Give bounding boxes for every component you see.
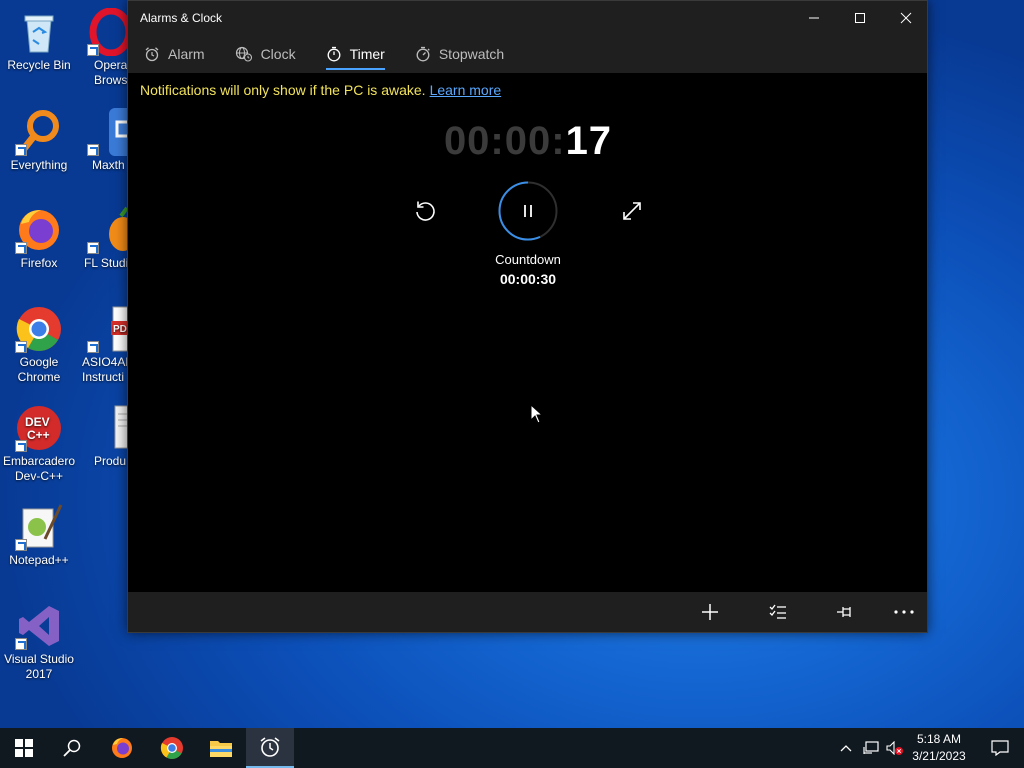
close-button[interactable]: [883, 1, 929, 35]
alarm-clock-icon: [260, 737, 280, 757]
show-hidden-icons-button[interactable]: [834, 728, 858, 768]
network-button[interactable]: [859, 728, 883, 768]
windows-logo-icon: [15, 739, 33, 757]
network-icon: [863, 741, 879, 754]
tab-bar: Alarm Clock Timer Stopwatch: [128, 35, 927, 73]
pause-icon: [524, 205, 532, 217]
chevron-up-icon: [840, 745, 852, 752]
folder-icon: [210, 741, 232, 757]
notepadpp-icon: [15, 503, 63, 551]
chrome-icon: [160, 737, 183, 759]
desktop-icon-label: Google Chrome: [17, 355, 61, 384]
tab-timer[interactable]: Timer: [325, 35, 386, 73]
tab-clock[interactable]: Clock: [235, 35, 296, 73]
select-timers-button[interactable]: [761, 598, 795, 626]
alarms-clock-window: Alarms & Clock Alarm Clock Timer Stopwat…: [127, 0, 928, 633]
add-icon: [702, 604, 718, 620]
magnifier-icon: [15, 108, 63, 156]
desktop-icon-chrome[interactable]: Google Chrome: [0, 305, 78, 385]
alarm-icon: [145, 47, 159, 62]
pause-button[interactable]: [498, 181, 558, 241]
tab-label: Timer: [349, 46, 385, 62]
reset-icon: [416, 201, 435, 221]
globe-clock-icon: [235, 46, 252, 62]
taskbar-clock[interactable]: 5:18 AM 3/21/2023: [904, 731, 974, 765]
maximize-icon: [855, 13, 865, 23]
expand-icon: [623, 202, 641, 220]
timer-name: Countdown: [495, 252, 561, 267]
desktop-icon-label: ASIO4AL Instructi: [82, 355, 132, 384]
desktop-icon-visual-studio[interactable]: Visual Studio 2017: [0, 602, 78, 682]
tab-label: Alarm: [168, 46, 205, 62]
firefox-icon: [112, 738, 132, 758]
desktop-icon-label: Recycle Bin: [7, 58, 71, 72]
tab-label: Stopwatch: [438, 46, 505, 62]
expand-button[interactable]: [614, 193, 650, 229]
title-bar[interactable]: Alarms & Clock: [128, 1, 927, 35]
tab-stopwatch[interactable]: Stopwatch: [415, 35, 504, 73]
notification-notice: Notifications will only show if the PC i…: [140, 82, 501, 98]
clock-date: 3/21/2023: [912, 749, 966, 763]
search-button[interactable]: [48, 728, 96, 768]
desktop-icon-label: Notepad++: [9, 553, 69, 567]
desktop-icon-label: Everything: [10, 158, 68, 172]
select-list-icon: [769, 604, 786, 619]
firefox-icon: [15, 206, 63, 254]
devcpp-icon: DEV C++: [15, 404, 63, 452]
minimize-button[interactable]: [791, 1, 837, 35]
taskbar-alarms-clock[interactable]: [246, 728, 294, 768]
pin-button[interactable]: [829, 598, 863, 626]
recycle-bin-icon: [15, 8, 63, 56]
timer-icon: [327, 46, 341, 62]
add-timer-button[interactable]: [693, 598, 727, 626]
volume-muted-icon: [886, 741, 903, 755]
tab-label: Clock: [260, 46, 296, 62]
notice-text: Notifications will only show if the PC i…: [140, 82, 426, 98]
taskbar-chrome[interactable]: [148, 728, 196, 768]
chrome-icon: [15, 305, 63, 353]
timer-display-seconds: 17: [565, 119, 613, 163]
desktop-icon-everything[interactable]: Everything: [0, 108, 78, 173]
desktop-icon-firefox[interactable]: Firefox: [0, 206, 78, 271]
minimize-icon: [809, 17, 819, 19]
timer-duration: 00:00:30: [499, 271, 557, 287]
visual-studio-icon: [15, 602, 63, 650]
window-title: Alarms & Clock: [140, 11, 223, 25]
tab-alarm[interactable]: Alarm: [144, 35, 205, 73]
taskbar-file-explorer[interactable]: [197, 728, 245, 768]
maximize-button[interactable]: [837, 1, 883, 35]
timer-display-dim: 00:00:: [443, 119, 566, 163]
start-button[interactable]: [0, 728, 48, 768]
desktop-icon-label: Visual Studio 2017: [4, 652, 74, 681]
taskbar-firefox[interactable]: [98, 728, 146, 768]
close-icon: [900, 12, 912, 24]
progress-ring: [498, 181, 558, 241]
search-icon: [63, 739, 81, 757]
notification-icon: [991, 740, 1009, 756]
clock-time: 5:18 AM: [916, 732, 962, 746]
desktop-icon-label: Embarcadero Dev-C++: [2, 454, 76, 483]
svg-text:DEV: DEV: [25, 415, 50, 429]
more-icon: [894, 610, 914, 614]
desktop-icon-recycle-bin[interactable]: Recycle Bin: [0, 8, 78, 73]
stopwatch-icon: [416, 46, 430, 62]
timer-display: 00:00:17: [128, 119, 928, 164]
desktop-icon-notepadpp[interactable]: Notepad++: [0, 503, 78, 568]
more-button[interactable]: [887, 598, 921, 626]
desktop-icon-label: Firefox: [20, 256, 58, 270]
pin-icon: [837, 607, 851, 617]
svg-text:C++: C++: [27, 428, 50, 442]
learn-more-link[interactable]: Learn more: [430, 82, 502, 98]
action-center-button[interactable]: [976, 728, 1024, 768]
desktop-icon-devcpp[interactable]: DEV C++ Embarcadero Dev-C++: [0, 404, 78, 484]
reset-button[interactable]: [407, 193, 443, 229]
taskbar: 5:18 AM 3/21/2023: [0, 728, 1024, 768]
mouse-cursor-icon: [530, 404, 544, 424]
bottom-command-bar: [128, 592, 927, 632]
